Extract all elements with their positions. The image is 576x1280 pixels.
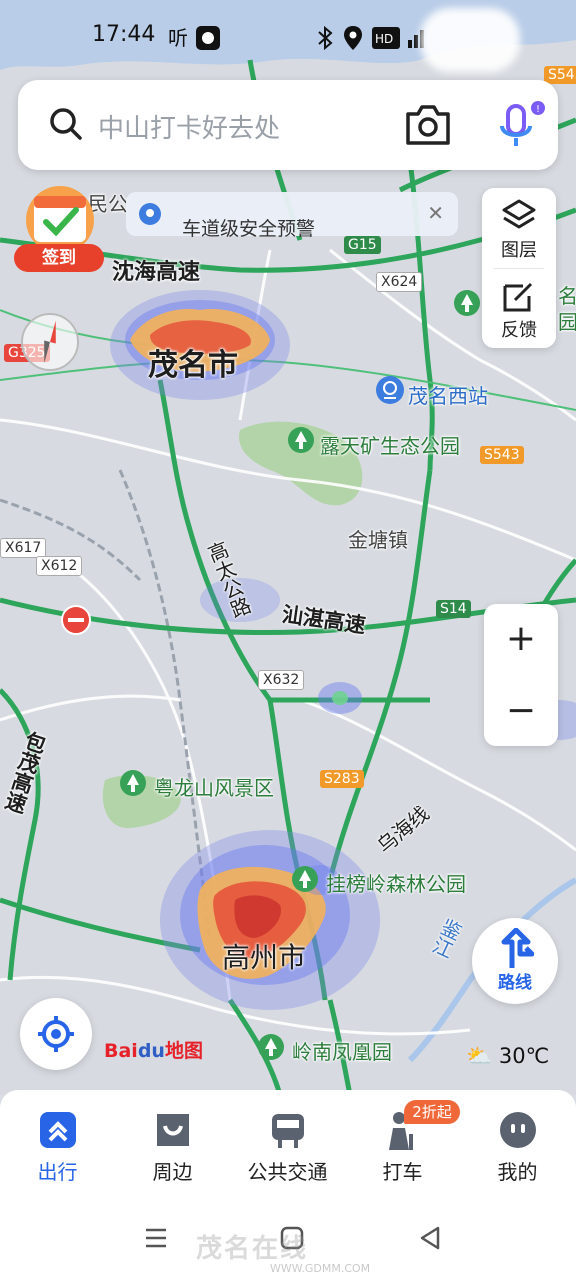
weather-icon: ⛅ [466,1044,493,1068]
layers-icon[interactable] [501,198,537,232]
route-label: 路线 [498,973,532,993]
road-tag-s283: S283 [320,770,364,788]
banner-text: 车道级安全预警 [182,218,316,240]
poi-label-guabangling[interactable]: 挂榜岭森林公园 [326,868,466,897]
watermark: 茂名在线 [196,1234,309,1264]
poi-label-lutiankuang[interactable]: 露天矿生态公园 [320,430,460,459]
nav-item-travel[interactable]: 出行 [0,1090,115,1200]
listen-icon: 听 [168,26,194,50]
poi-park-icon[interactable] [118,768,148,798]
nav-label-travel: 出行 [37,1160,78,1184]
nav-item-transit[interactable]: 公共交通 [230,1090,345,1200]
camera-icon[interactable] [404,102,452,148]
road-tag-x617: X617 [0,538,47,558]
poi-park-icon[interactable] [452,288,482,318]
temperature: 30℃ [498,1044,550,1068]
bus-icon [272,1114,304,1148]
poi-label-yuelongshan[interactable]: 粤龙山风景区 [154,772,274,801]
travel-icon [40,1112,76,1148]
menu-icon[interactable] [140,1222,172,1254]
bottom-navigation: 出行 周边 公共交通 打车 我的 [0,1090,576,1200]
search-icon[interactable] [48,106,84,142]
status-time: 17:44 [92,22,156,47]
poi-park-icon[interactable] [290,864,320,894]
road-tag-s543: S543 [480,446,524,464]
feedback-button[interactable]: 反馈 [482,316,556,342]
locate-icon [38,1016,74,1052]
close-icon[interactable]: ✕ [427,201,444,225]
road-tag-g15: G15 [344,236,381,254]
edge-text-2: 名 [558,284,576,308]
road-tag-x624: X624 [376,272,423,292]
back-icon[interactable] [414,1222,446,1254]
city-label-gaozhou[interactable]: 高州市 [222,936,306,976]
nav-item-mine[interactable]: 我的 [460,1090,575,1200]
route-arrow-icon [501,928,534,968]
no-entry-icon[interactable] [60,604,92,636]
watermark-url: WWW.GDMM.COM [270,1262,371,1275]
poi-park-icon[interactable] [256,1032,286,1062]
panel-divider [494,268,544,269]
town-label-jintang[interactable]: 金塘镇 [348,524,408,553]
poi-park-icon[interactable] [286,425,316,455]
search-input[interactable]: 中山打卡好去处 [98,108,280,145]
route-button[interactable]: 路线 [472,918,558,1004]
compass-icon[interactable] [20,312,80,372]
profile-icon [500,1112,536,1148]
zoom-out-button[interactable]: − [484,676,558,746]
road-label-shenhai: 沈海高速 [112,260,201,285]
nav-item-nearby[interactable]: 周边 [115,1090,230,1200]
svg-text:HD: HD [375,32,393,46]
train-station-icon[interactable] [374,374,406,406]
road-tag-x632: X632 [258,670,305,690]
city-label-maoming[interactable]: 茂名市 [148,340,238,384]
svg-text:!: ! [536,104,540,115]
daily-signin-button[interactable]: 签到 [12,182,108,276]
status-bar: 17:44 听 HD [0,0,576,72]
feedback-icon[interactable] [501,280,537,314]
nearby-icon [157,1114,189,1146]
baidu-app-icon [196,26,220,50]
signin-label: 签到 [14,244,104,272]
lane-warning-banner[interactable]: 车道级安全预警 ✕ [126,192,458,240]
nav-label-taxi: 打车 [382,1160,423,1184]
location-pin-icon [139,203,161,225]
baidu-map-logo: Baidu地图 [104,1040,203,1062]
nav-label-mine: 我的 [497,1160,538,1184]
road-tag-x612: X612 [36,556,83,576]
search-bar[interactable]: 中山打卡好去处 ! [18,80,558,170]
poi-label-lingnan[interactable]: 岭南凤凰园 [292,1036,392,1065]
map-tools-panel: 图层 反馈 [482,188,556,348]
edge-text-3: 园 [558,310,576,334]
voice-input-icon[interactable]: ! [494,98,550,154]
hd-icon: HD [372,27,400,49]
locate-me-button[interactable] [20,998,92,1070]
zoom-controls: + − [484,604,558,746]
status-bar-blur [420,8,520,72]
zoom-in-button[interactable]: + [484,604,558,674]
layers-button[interactable]: 图层 [482,236,556,262]
road-tag-s14: S14 [436,600,471,618]
weather-widget[interactable]: ⛅ 30℃ [466,1044,549,1069]
nav-label-nearby: 周边 [152,1160,193,1184]
station-label-maomingxi[interactable]: 茂名西站 [408,380,488,409]
bluetooth-icon [318,26,333,50]
taxi-discount-badge: 2折起 [404,1100,460,1124]
location-icon [344,26,362,50]
nav-label-transit: 公共交通 [247,1160,328,1184]
